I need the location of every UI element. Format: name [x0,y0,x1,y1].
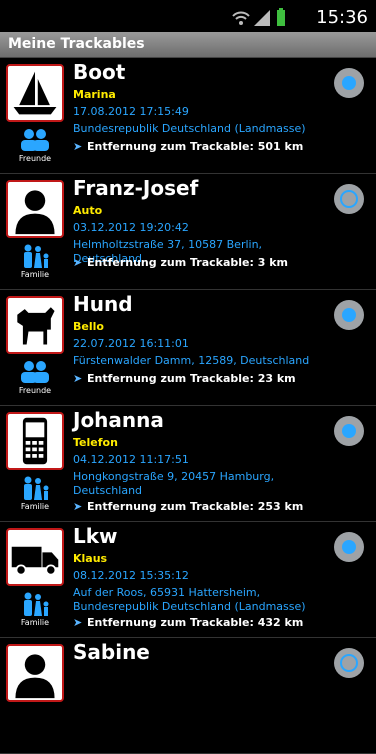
category-family: Familie [10,244,60,279]
trackable-subtitle: Auto [73,204,103,217]
list-item[interactable]: Familie Johanna Telefon 04.12.2012 11:17… [0,406,376,522]
trackable-address: Auf der Roos, 65931 Hattersheim, Bundesr… [73,586,306,613]
category-label: Familie [20,618,50,627]
title-bar: Meine Trackables [0,32,376,58]
select-radio[interactable] [334,416,364,446]
trackable-subtitle: Marina [73,88,116,101]
trackable-subtitle: Bello [73,320,104,333]
family-icon [24,592,49,616]
truck-icon [6,528,64,586]
trackable-name: Boot [73,60,126,84]
direction-arrow-icon: ➤ [73,256,83,269]
trackable-name: Hund [73,292,133,316]
list-item[interactable]: Sabine [0,638,376,754]
trackable-datetime: 17.08.2012 17:15:49 [73,105,189,118]
category-family: Familie [10,592,60,627]
battery-icon [277,8,285,26]
trackable-name: Sabine [73,640,150,664]
direction-arrow-icon: ➤ [73,140,83,153]
trackable-name: Lkw [73,524,118,548]
category-family: Familie [10,476,60,511]
status-icons [232,8,286,26]
trackable-name: Johanna [73,408,164,432]
list-item[interactable]: Familie Lkw Klaus 08.12.2012 15:35:12 Au… [0,522,376,638]
trackable-name: Franz-Josef [73,176,199,200]
signal-icon [254,10,270,26]
direction-arrow-icon: ➤ [73,616,83,629]
category-friends: Freunde [10,128,60,163]
trackable-address: Fürstenwalder Damm, 12589, Deutschland [73,354,310,367]
select-radio[interactable] [334,68,364,98]
select-radio[interactable] [334,184,364,214]
trackable-distance: ➤ Entfernung zum Trackable: 253 km [73,500,304,513]
person-icon [6,180,64,238]
phone-icon [6,412,64,470]
trackable-list: Freunde Boot Marina 17.08.2012 17:15:49 … [0,58,376,754]
person-icon [6,644,64,702]
list-item[interactable]: Familie Franz-Josef Auto 03.12.2012 19:2… [0,174,376,290]
friends-icon [21,129,49,151]
trackable-distance: ➤ Entfernung zum Trackable: 501 km [73,140,304,153]
list-item[interactable]: Freunde Boot Marina 17.08.2012 17:15:49 … [0,58,376,174]
status-bar: 15:36 [0,0,376,32]
family-icon [24,476,49,500]
category-label: Freunde [18,386,52,395]
direction-arrow-icon: ➤ [73,372,83,385]
category-label: Freunde [18,154,52,163]
category-label: Familie [20,502,50,511]
boat-icon [6,64,64,122]
select-radio[interactable] [334,648,364,678]
trackable-datetime: 04.12.2012 11:17:51 [73,453,189,466]
select-radio[interactable] [334,300,364,330]
family-icon [24,244,49,268]
clock: 15:36 [316,7,368,28]
trackable-address: Bundesrepublik Deutschland (Landmasse) [73,122,306,135]
trackable-address: Hongkongstraße 9, 20457 Hamburg, Deutsch… [73,470,275,497]
category-friends: Freunde [10,360,60,395]
dog-icon [6,296,64,354]
wifi-icon [232,11,250,25]
trackable-subtitle: Klaus [73,552,108,565]
trackable-datetime: 03.12.2012 19:20:42 [73,221,189,234]
trackable-datetime: 08.12.2012 15:35:12 [73,569,189,582]
trackable-datetime: 22.07.2012 16:11:01 [73,337,189,350]
page-title: Meine Trackables [8,36,145,52]
trackable-subtitle: Telefon [73,436,118,449]
select-radio[interactable] [334,532,364,562]
list-item[interactable]: Freunde Hund Bello 22.07.2012 16:11:01 F… [0,290,376,406]
trackable-distance: ➤ Entfernung zum Trackable: 432 km [73,616,304,629]
trackable-distance: ➤ Entfernung zum Trackable: 23 km [73,372,296,385]
category-label: Familie [20,270,50,279]
direction-arrow-icon: ➤ [73,500,83,513]
friends-icon [21,361,49,383]
trackable-distance: ➤ Entfernung zum Trackable: 3 km [73,256,288,269]
